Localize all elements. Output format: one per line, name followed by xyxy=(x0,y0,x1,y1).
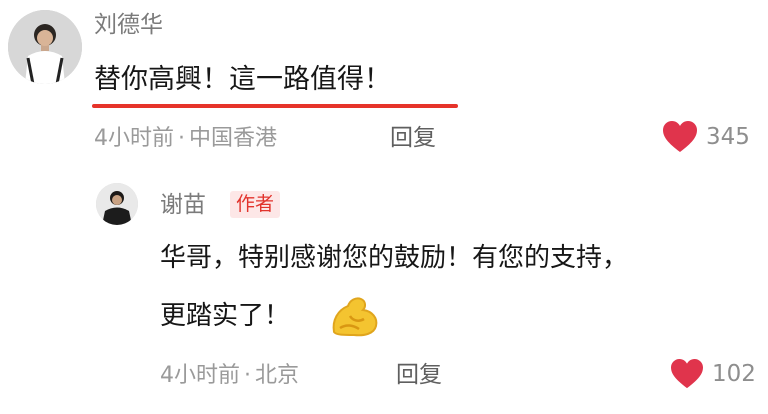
reply-like-button[interactable]: 102 xyxy=(670,358,756,390)
muscle-icon xyxy=(328,294,380,342)
user-avatar-image xyxy=(8,10,82,84)
avatar[interactable] xyxy=(8,10,82,84)
reply-time: 4小时前 xyxy=(160,363,240,388)
reply-avatar[interactable] xyxy=(96,183,138,225)
heart-icon xyxy=(663,121,697,152)
comment-location: 中国香港 xyxy=(189,126,278,151)
author-badge: 作者 xyxy=(230,191,281,218)
comment-text: 替你高興！這一路值得！ xyxy=(94,64,391,95)
highlight-underline xyxy=(92,104,458,108)
reply-like-count: 102 xyxy=(712,361,756,387)
reply-text-line-2: 更踏实了！ xyxy=(160,301,291,331)
comment-time: 4小时前 xyxy=(94,126,174,151)
reply-location: 北京 xyxy=(255,363,300,388)
like-count: 345 xyxy=(706,124,750,150)
like-button[interactable]: 345 xyxy=(662,120,750,154)
reply-reply-button[interactable]: 回复 xyxy=(396,359,442,391)
reply-user-avatar-image xyxy=(96,183,138,225)
username[interactable]: 刘德华 xyxy=(94,10,163,40)
comment-meta: 4小时前 · 中国香港 xyxy=(94,124,277,154)
meta-separator: · xyxy=(244,363,251,388)
reply-button[interactable]: 回复 xyxy=(390,122,436,154)
heart-icon xyxy=(671,358,703,389)
reply-username[interactable]: 谢苗 xyxy=(160,190,206,220)
reply-meta: 4小时前 · 北京 xyxy=(160,361,299,391)
reply-text-line-1: 华哥，特别感谢您的鼓励！有您的支持， xyxy=(160,243,629,273)
meta-separator: · xyxy=(178,126,185,151)
